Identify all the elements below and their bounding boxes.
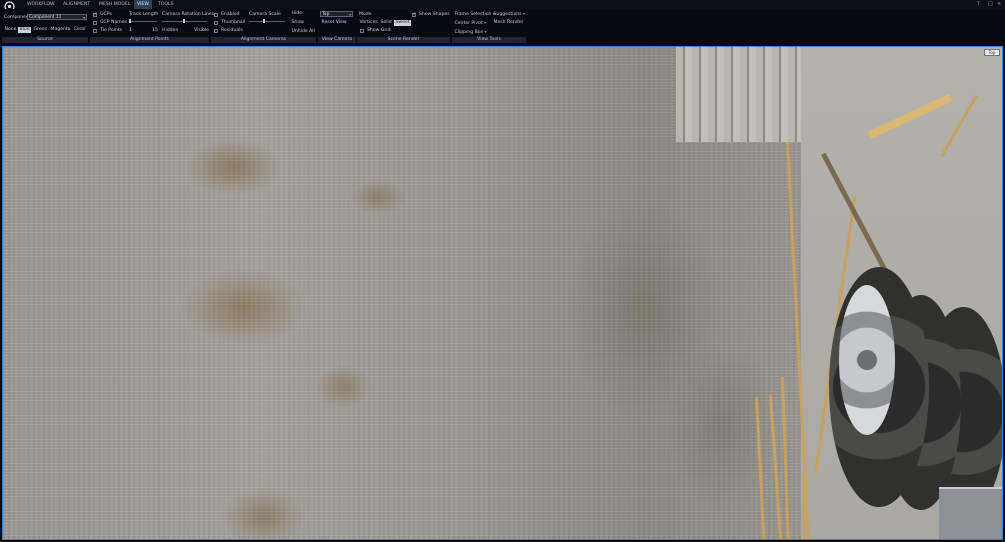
frame-selection-label: Frame Selection: [454, 12, 492, 17]
camera-rotation-lines-slider-knob[interactable]: [183, 19, 185, 23]
mode-label: Mode: [359, 12, 372, 17]
camera-scale-slider-knob[interactable]: [263, 19, 265, 23]
chevron-down-icon: ▾: [484, 29, 487, 34]
wheel-rim: [839, 285, 895, 435]
chevron-down-icon: ▾: [349, 12, 351, 17]
mesh-render-button[interactable]: Mesh Render: [492, 20, 525, 26]
thumbnail-label: Thumbnail: [221, 20, 246, 25]
gcps-checkbox[interactable]: [93, 12, 97, 17]
color-coral-button[interactable]: Coral: [72, 27, 87, 33]
color-magenta-button[interactable]: Magenta: [49, 27, 72, 33]
view-camera-group-footer: View Camera: [318, 37, 356, 43]
track-length-min: 1: [129, 28, 132, 33]
component-value: Component 11: [29, 15, 62, 20]
tie-points-label: Tie Points: [100, 28, 123, 33]
view-tools-group-footer: View Tools: [452, 37, 526, 43]
alignment-cameras-group-footer: Alignment Cameras: [211, 37, 316, 43]
camera-rotation-lines-label: Camera Rotation Lines: [162, 12, 215, 17]
track-length-max: 15: [152, 28, 158, 33]
gcp-names-checkbox[interactable]: [93, 21, 97, 25]
show-grid-label: Show Grid: [367, 28, 391, 33]
mode-solid-button[interactable]: Solid: [379, 20, 393, 26]
chevron-down-icon: ▾: [83, 15, 85, 20]
chevron-down-icon: ▾: [523, 11, 525, 16]
tab-mesh-model[interactable]: MESH MODEL: [96, 0, 133, 9]
scene-viewport[interactable]: Top: [2, 46, 1003, 540]
track-length-slider-knob[interactable]: [129, 19, 131, 23]
reset-view-button[interactable]: Reset View: [320, 20, 348, 26]
alignment-points-group-footer: Alignment Points: [90, 37, 209, 43]
tie-points-checkbox[interactable]: [93, 29, 97, 33]
center-pivot-label: Center Pivot: [454, 21, 483, 26]
scene-render-group-footer: Scene Render: [357, 37, 450, 43]
frame-selection-button[interactable]: Frame Selection ▾: [453, 11, 496, 17]
camera-scale-label: Camera Scale: [249, 12, 281, 17]
metal-crate: [939, 487, 1002, 539]
camera-rotation-visible-label: Visible: [194, 28, 210, 33]
component-select[interactable]: Component 11 ▾: [27, 14, 87, 20]
source-group-footer: Source: [2, 37, 88, 43]
clipping-box-button[interactable]: Clipping Box ▾: [453, 29, 488, 35]
tab-workflow[interactable]: WORKFLOW: [24, 0, 58, 9]
menu-bar: WORKFLOW ALIGNMENT MESH MODEL VIEW TOOLS…: [0, 0, 1005, 12]
show-shapes-checkbox[interactable]: [412, 12, 416, 17]
enabled-label: Enabled: [221, 12, 240, 17]
mode-vertices-button[interactable]: Vertices: [358, 20, 379, 26]
gcp-names-label: GCP Names: [100, 20, 127, 25]
color-none-button[interactable]: None: [3, 27, 18, 33]
enabled-checkbox[interactable]: [214, 13, 218, 17]
tab-tools[interactable]: TOOLS: [155, 0, 177, 9]
show-shapes-label: Show Shapes: [419, 12, 450, 17]
help-icon[interactable]: ?: [977, 1, 980, 7]
tab-view[interactable]: VIEW: [134, 0, 152, 9]
view-orientation-indicator[interactable]: Top: [984, 49, 1000, 56]
chevron-down-icon: ▾: [484, 20, 487, 25]
residuals-label: Residuals: [221, 28, 243, 33]
show-cameras-button[interactable]: Show: [290, 20, 305, 26]
close-icon[interactable]: ×: [997, 1, 1001, 7]
bamboo-pole: [803, 447, 806, 539]
mode-sweet-button[interactable]: Sweet: [394, 20, 412, 26]
residuals-checkbox[interactable]: [214, 29, 218, 33]
suggestions-button[interactable]: Suggestions ▾: [492, 11, 526, 17]
maximize-icon[interactable]: □: [988, 1, 993, 7]
view-select[interactable]: Top ▾: [320, 11, 353, 17]
suggestions-label: Suggestions: [493, 12, 522, 17]
center-pivot-button[interactable]: Center Pivot ▾: [453, 20, 488, 26]
ribbon-toolbar: Component Component 11 ▾ None Blue Green…: [0, 9, 1005, 44]
clipping-box-label: Clipping Box: [454, 30, 484, 35]
unhide-all-button[interactable]: Unhide All: [290, 29, 316, 35]
track-length-label: Track Length: [129, 12, 159, 17]
tab-alignment[interactable]: ALIGNMENT: [60, 0, 93, 9]
wood-planks: [676, 47, 801, 142]
track-length-slider[interactable]: [129, 21, 157, 22]
color-blue-button[interactable]: Blue: [18, 27, 32, 33]
gcps-label: GCPs: [100, 12, 112, 17]
view-select-value: Top: [322, 12, 330, 17]
show-grid-checkbox[interactable]: [360, 29, 364, 33]
hide-cameras-button[interactable]: Hide: [290, 11, 303, 17]
color-green-button[interactable]: Green: [32, 27, 49, 33]
camera-scale-slider[interactable]: [249, 21, 285, 22]
camera-rotation-hidden-label: Hidden: [162, 28, 179, 33]
thumbnail-checkbox[interactable]: [214, 21, 218, 25]
